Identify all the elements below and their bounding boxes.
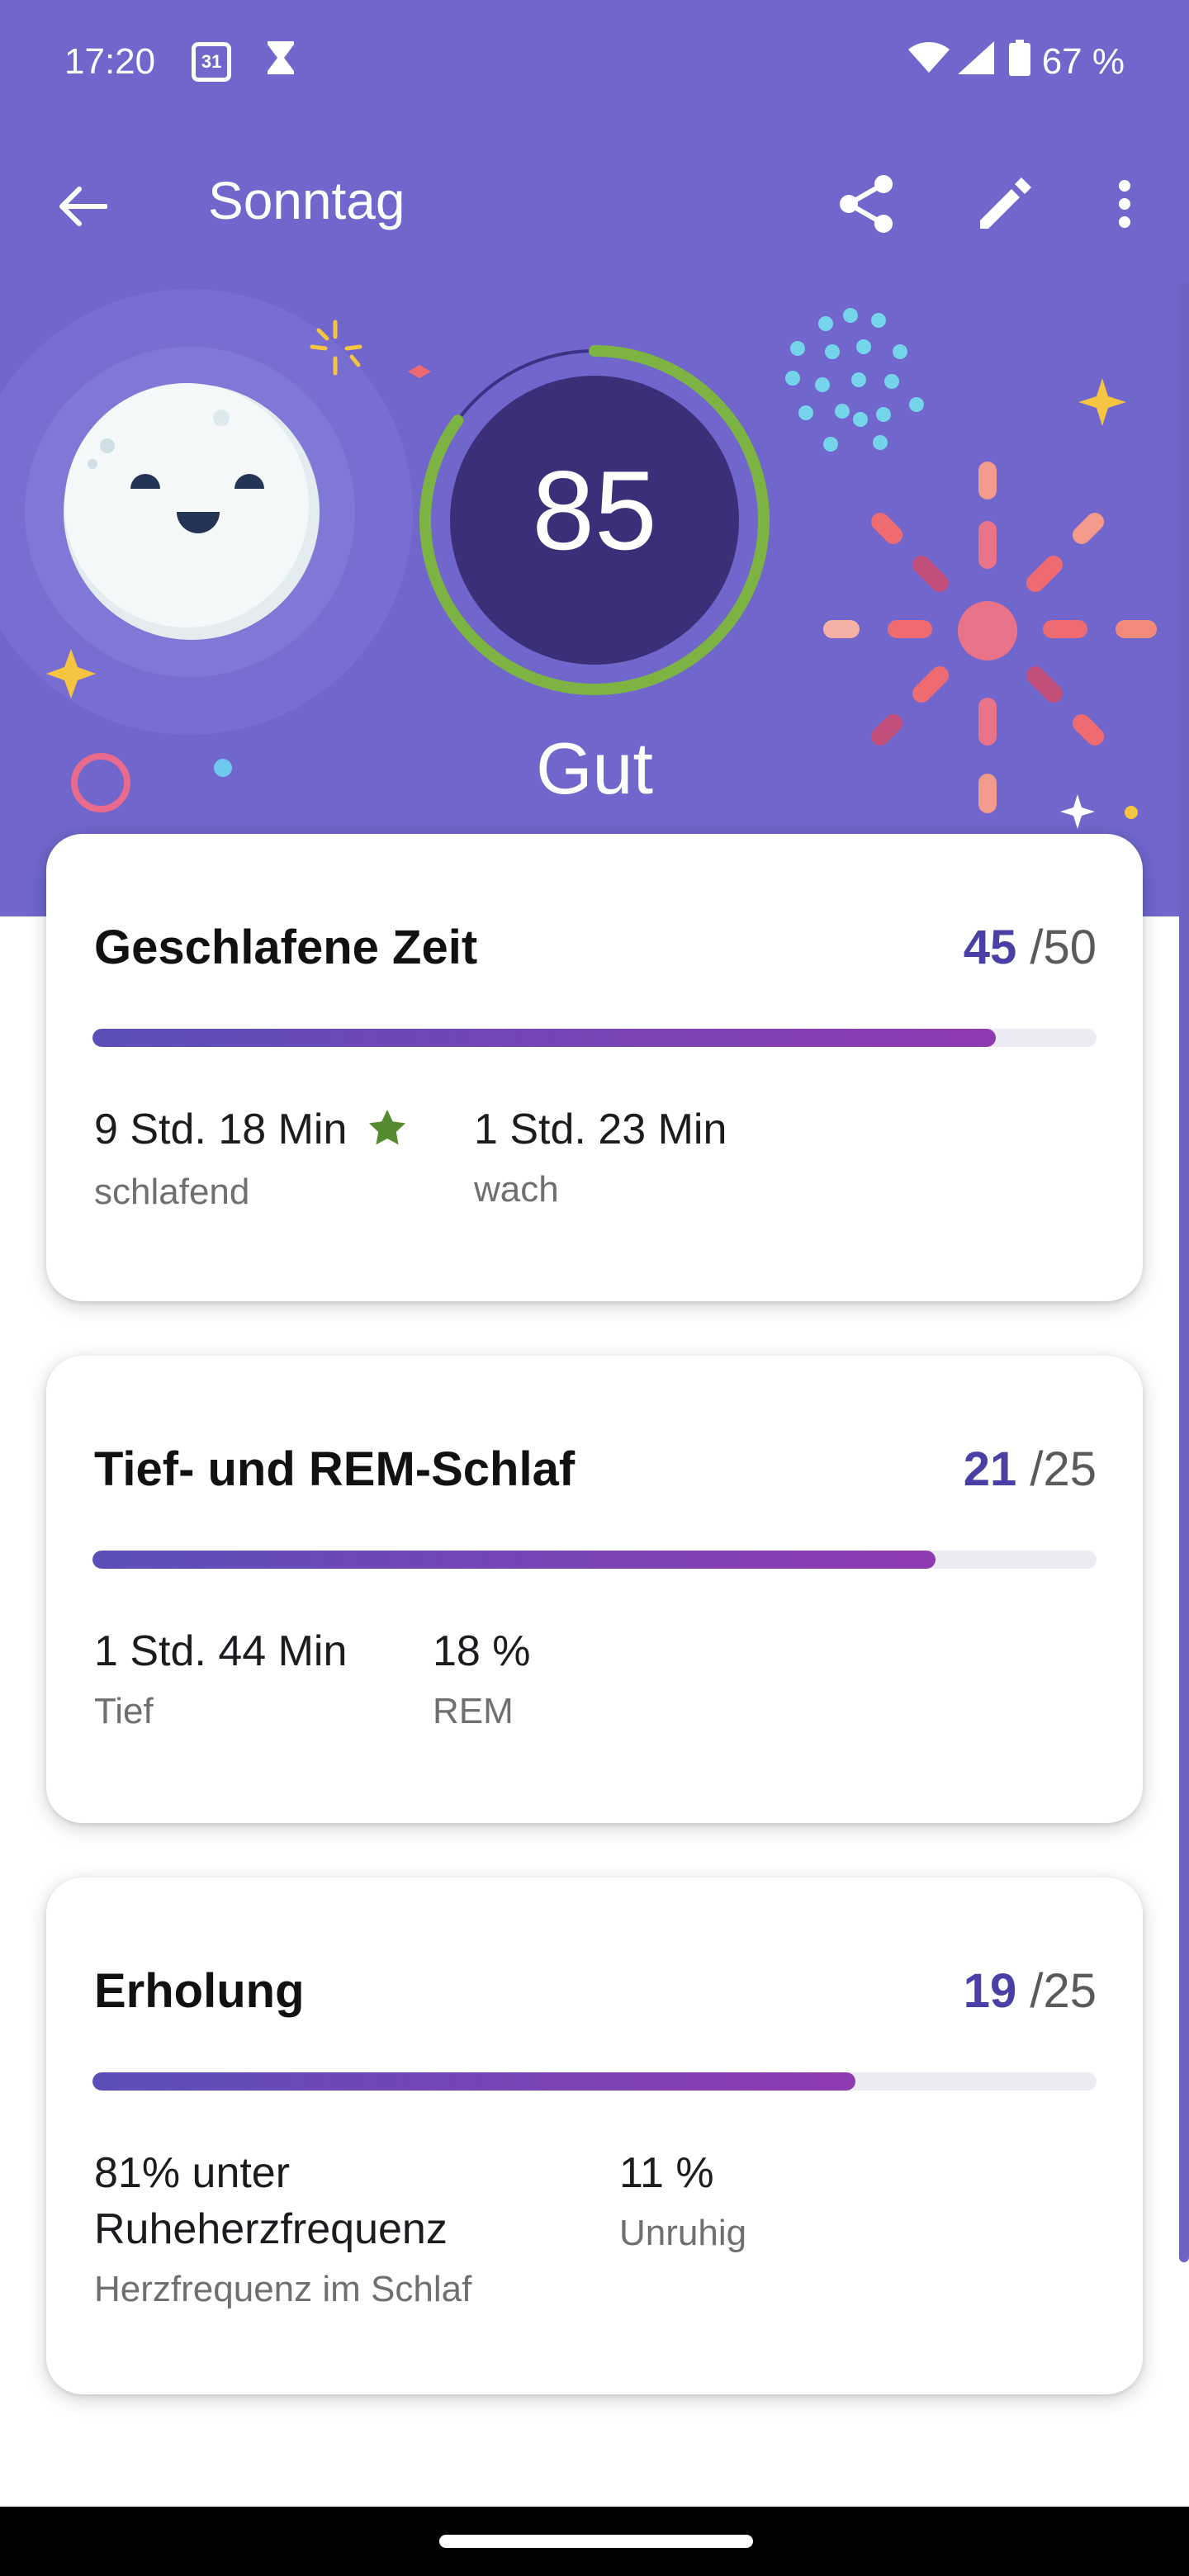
sleep-score-rating: Gut bbox=[536, 727, 653, 809]
progress-track bbox=[92, 1551, 1097, 1569]
card-title: Geschlafene Zeit bbox=[94, 921, 478, 974]
card-points: 45 bbox=[963, 921, 1017, 974]
progress-fill bbox=[92, 1551, 936, 1569]
arrow-back-icon bbox=[59, 187, 107, 226]
page-title: Sonntag bbox=[208, 171, 405, 230]
hourglass-icon bbox=[264, 40, 297, 85]
metric-label: schlafend bbox=[94, 1172, 250, 1213]
card-restoration[interactable]: Erholung 19 /25 81% unter Ruheherzfreque… bbox=[46, 1878, 1143, 2394]
battery-icon bbox=[1008, 39, 1030, 85]
progress-fill bbox=[92, 1029, 997, 1047]
metric-asleep: 9 Std. 18 Min schlafend bbox=[94, 1101, 406, 1213]
pencil-icon bbox=[980, 178, 1031, 229]
card-points: 21 bbox=[963, 1442, 1017, 1496]
metric-deep: 1 Std. 44 Min Tief bbox=[94, 1623, 347, 1732]
metric-sleeping-heart-rate: 81% unter Ruheherzfrequenz Herzfrequenz … bbox=[94, 2145, 471, 2310]
metric-label: Herzfrequenz im Schlaf bbox=[94, 2269, 472, 2309]
metric-label: Tief bbox=[94, 1691, 154, 1731]
share-icon bbox=[840, 175, 893, 233]
metric-restless: 11 % Unruhig bbox=[619, 2145, 746, 2254]
app-bar: Sonntag bbox=[0, 149, 1189, 256]
metric-value: 11 % bbox=[619, 2149, 714, 2197]
sleep-score-value: 85 bbox=[532, 447, 657, 573]
metric-value-line2: Ruheherzfrequenz bbox=[94, 2205, 448, 2253]
metric-label: REM bbox=[433, 1691, 514, 1731]
card-title: Erholung bbox=[94, 1964, 305, 2018]
card-max-points: /50 bbox=[1030, 921, 1097, 974]
card-score: 21 /25 bbox=[964, 1442, 1097, 1497]
progress-track bbox=[92, 2072, 1097, 2091]
battery-percentage: 67 % bbox=[1041, 41, 1125, 82]
metric-label: wach bbox=[474, 1169, 559, 1210]
more-options-button[interactable] bbox=[1092, 167, 1158, 241]
status-time: 17:20 bbox=[64, 41, 156, 82]
calendar-icon: 31 bbox=[192, 42, 232, 82]
home-gesture-handle[interactable] bbox=[439, 2535, 753, 2548]
edit-button[interactable] bbox=[968, 167, 1042, 241]
progress-fill bbox=[92, 2072, 856, 2091]
scrollbar[interactable] bbox=[1179, 281, 1189, 2262]
back-button[interactable] bbox=[50, 173, 116, 239]
card-points: 19 bbox=[963, 1964, 1017, 2018]
signal-icon bbox=[957, 40, 994, 83]
card-deep-rem-sleep[interactable]: Tief- und REM-Schlaf 21 /25 1 Std. 44 Mi… bbox=[46, 1356, 1143, 1823]
card-score: 19 /25 bbox=[964, 1963, 1097, 2019]
more-vert-icon bbox=[1119, 180, 1130, 228]
metric-awake: 1 Std. 23 Min wach bbox=[474, 1101, 727, 1210]
metric-label: Unruhig bbox=[619, 2213, 747, 2253]
wifi-icon bbox=[907, 41, 950, 83]
metric-value-line1: 81% unter bbox=[94, 2149, 291, 2197]
star-icon bbox=[368, 1104, 406, 1160]
card-score: 45 /50 bbox=[964, 920, 1097, 975]
metric-value: 1 Std. 23 Min bbox=[474, 1106, 727, 1153]
card-max-points: /25 bbox=[1030, 1964, 1097, 2018]
metric-rem: 18 % REM bbox=[433, 1623, 531, 1732]
card-max-points: /25 bbox=[1030, 1442, 1097, 1496]
card-time-asleep[interactable]: Geschlafene Zeit 45 /50 9 Std. 18 Min sc… bbox=[46, 834, 1143, 1301]
metric-value: 1 Std. 44 Min bbox=[94, 1627, 348, 1675]
metric-value: 9 Std. 18 Min bbox=[94, 1106, 348, 1153]
status-bar: 17:20 31 67 % bbox=[0, 0, 1189, 124]
progress-track bbox=[92, 1029, 1097, 1047]
share-button[interactable] bbox=[830, 167, 904, 241]
card-title: Tief- und REM-Schlaf bbox=[94, 1442, 576, 1496]
metric-value: 18 % bbox=[433, 1627, 531, 1675]
